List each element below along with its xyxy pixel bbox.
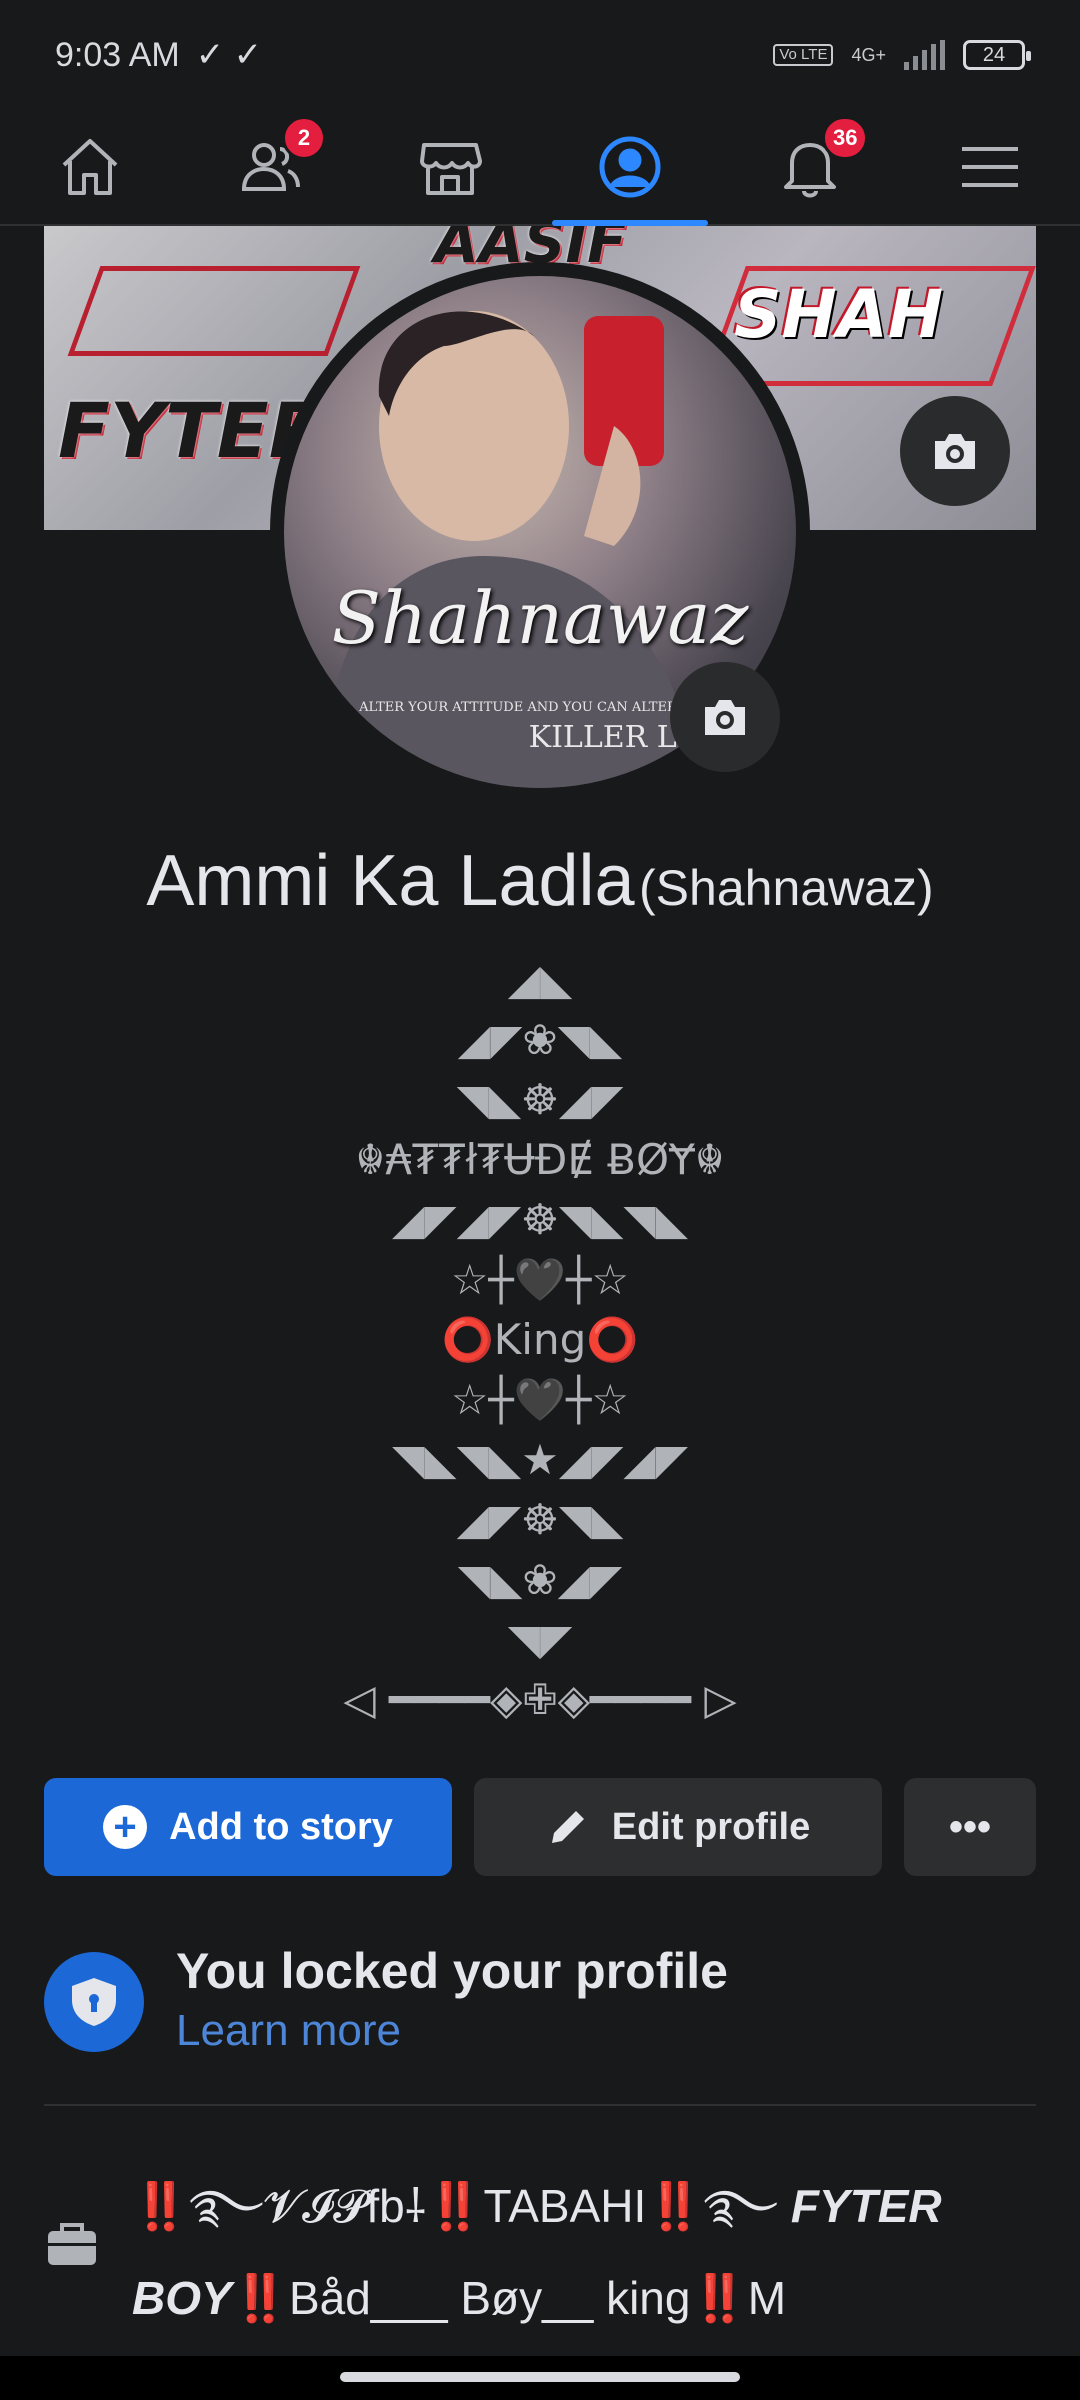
bio-line: ◥◣◥◣★◢◤◢◤ [391,1435,689,1484]
home-icon [62,139,118,195]
bio-line: ◥◣❀◢◤ [457,1555,623,1604]
dagger-glyph: ⸸ [404,2180,427,2232]
edit-profile-picture-button[interactable] [670,662,780,772]
locked-profile-notice: You locked your profile Learn more [44,1942,1036,2062]
camera-icon [935,434,975,469]
more-icon: ••• [948,1804,991,1849]
work-text-part: ‼️Båd___ Bøy__ king‼️M [231,2272,787,2324]
tab-friends[interactable]: 2 [180,110,360,224]
status-bar: 9:03 AM ✓ ✓ Vo LTE 4G+ 24 [0,0,1080,110]
work-text-emphasis: FYTER [790,2180,942,2232]
marketplace-icon [420,143,482,195]
bio-line: ⭕King⭕ [441,1315,639,1364]
battery-icon: 24 [963,40,1031,70]
status-time: 9:03 AM [55,35,180,74]
profile-icon [599,136,661,198]
tab-marketplace[interactable] [360,110,540,224]
tab-menu[interactable] [900,110,1080,224]
bio-line: ◥◤ [507,1615,573,1664]
locked-title: You locked your profile [176,1943,728,1999]
profile-name-alternate: (Shahnawaz) [639,860,934,916]
camera-icon [705,700,745,735]
bio-line: ☆┼🖤┼☆ [450,1255,630,1304]
profile-picture[interactable]: Shahnawaz ALTER YOUR ATTITUDE AND YOU CA… [270,262,810,802]
friends-badge: 2 [282,116,326,160]
signal-icon [904,40,945,70]
add-to-story-label: Add to story [169,1805,393,1848]
check-icons: ✓ ✓ [195,36,263,74]
bio-line: ◢◤☸◥◣ [456,1495,624,1544]
learn-more-link[interactable]: Learn more [176,2006,401,2056]
bio-line: ◢◤❀◥◣ [457,1015,623,1064]
bio-line: ◢◤◢◤☸◥◣◥◣ [391,1195,689,1244]
more-options-button[interactable]: ••• [904,1778,1036,1876]
profile-actions: + Add to story Edit profile ••• [44,1778,1036,1876]
bio-line: ☬₳₮₮ł₮ɄĐɆ ɃØɎ☬ [355,1135,725,1184]
tab-notifications[interactable]: 36 [720,110,900,224]
tab-home[interactable] [0,110,180,224]
plus-icon: + [103,1805,148,1849]
profile-name: Ammi Ka Ladla (Shahnawaz) [0,840,1080,922]
network-type: 4G+ [851,44,886,65]
hamburger-menu-icon [962,147,1018,187]
edit-cover-photo-button[interactable] [900,396,1010,506]
work-text-part: ‼️࿐𝓥𝓘𝓟fb [132,2180,405,2232]
add-to-story-button[interactable]: + Add to story [44,1778,452,1876]
divider [44,2104,1036,2106]
work-detail: ‼️࿐𝓥𝓘𝓟fb⸸‼️TABAHI‼️࿐ FYTER BOY‼️Båd___ B… [44,2160,1036,2380]
bio-line: ◥◣☸◢◤ [456,1075,624,1124]
work-text-emphasis: BOY [132,2272,232,2324]
profile-name-main: Ammi Ka Ladla [146,841,635,921]
pencil-icon [551,1811,584,1843]
bio-line: ◢◣ [507,955,573,1004]
edit-profile-label: Edit profile [611,1805,811,1848]
avatar-signature: Shahnawaz [331,576,749,660]
bio-line: ☆┼🖤┼☆ [450,1375,630,1424]
status-right: Vo LTE 4G+ 24 [773,40,1031,70]
briefcase-icon [48,2223,96,2265]
notifications-badge: 36 [822,116,869,160]
top-nav-bar: 2 36 [0,110,1080,226]
tab-profile[interactable] [540,110,720,226]
home-indicator[interactable] [340,2372,740,2382]
shield-icon [44,1952,144,2052]
volte-icon: Vo LTE [773,44,834,66]
work-text: ‼️࿐𝓥𝓘𝓟fb⸸‼️TABAHI‼️࿐ FYTER BOY‼️Båd___ B… [132,2160,1032,2344]
edit-profile-button[interactable]: Edit profile [474,1778,882,1876]
bio-line: ◁ ━━━━◈✙◈━━━━ ▷ [343,1675,737,1724]
status-left: 9:03 AM ✓ ✓ [55,35,262,75]
work-text-part: ‼️TABAHI‼️࿐ [426,2180,779,2232]
profile-bio: ◢◣ ◢◤❀◥◣ ◥◣☸◢◤ ☬₳₮₮ł₮ɄĐɆ ɃØɎ☬ ◢◤◢◤☸◥◣◥◣ … [0,950,1080,1730]
